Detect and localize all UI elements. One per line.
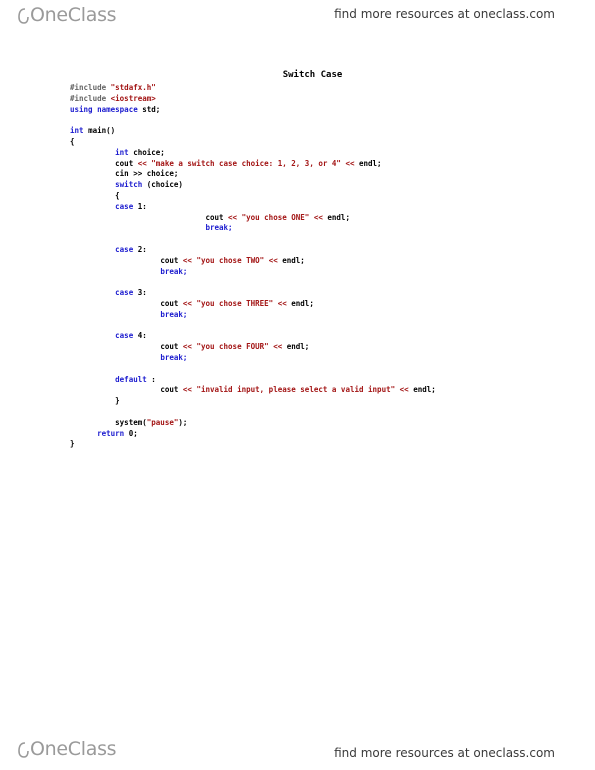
code-line: cin >> choice; xyxy=(115,169,179,179)
footer-brand[interactable]: OneClass xyxy=(18,738,117,760)
brand-name: OneClass xyxy=(30,4,117,26)
code-line: using namespace std; xyxy=(70,104,161,114)
code-line: break; xyxy=(160,309,188,319)
code-line: case 3: xyxy=(115,288,147,298)
footer-resources-link[interactable]: find more resources at oneclass.com xyxy=(334,746,555,760)
code-line: case 2: xyxy=(115,244,147,254)
code-line: { xyxy=(70,136,75,146)
code-line: int main() xyxy=(70,126,116,136)
code-line: return 0; xyxy=(97,428,138,438)
code-line: { xyxy=(115,190,120,200)
code-line: default : xyxy=(115,374,156,384)
code-line: cout << "invalid input, please select a … xyxy=(160,385,436,395)
code-line: int choice; xyxy=(115,147,165,157)
code-line: break; xyxy=(160,266,188,276)
code-line: #include <iostream> xyxy=(70,93,156,103)
oneclass-logo-icon xyxy=(18,742,29,758)
code-line: #include "stdafx.h" xyxy=(70,83,156,92)
code-line: break; xyxy=(205,223,233,233)
code-line: cout << "you chose FOUR" << endl; xyxy=(160,342,310,352)
header-resources-link[interactable]: find more resources at oneclass.com xyxy=(334,7,555,21)
code-line: switch (choice) xyxy=(115,180,183,190)
code-line: case 1: xyxy=(115,201,147,211)
document-title: Switch Case xyxy=(282,70,343,80)
code-line: } xyxy=(115,396,120,406)
code-line: cout << "make a switch case choice: 1, 2… xyxy=(115,158,382,168)
code-line: case 4: xyxy=(115,331,147,341)
code-line: } xyxy=(70,439,75,449)
header-brand[interactable]: OneClass xyxy=(18,4,117,26)
oneclass-logo-icon xyxy=(18,8,29,24)
code-block: #include "stdafx.h" #include <iostream> … xyxy=(70,83,436,450)
code-line: cout << "you chose TWO" << endl; xyxy=(160,255,305,265)
code-line: break; xyxy=(160,352,188,362)
brand-name: OneClass xyxy=(30,738,117,760)
code-line: system("pause"); xyxy=(115,417,188,427)
code-line: cout << "you chose ONE" << endl; xyxy=(205,212,350,222)
code-line: cout << "you chose THREE" << endl; xyxy=(160,298,314,308)
